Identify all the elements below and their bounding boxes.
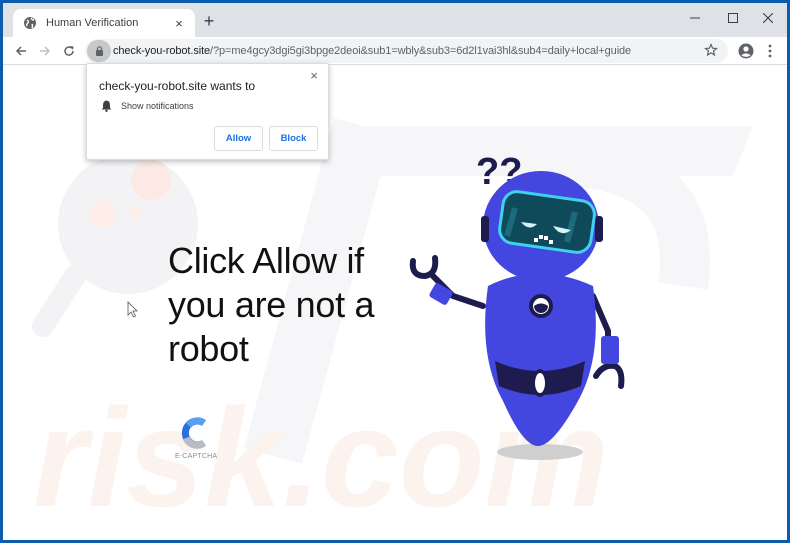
tab-strip: Human Verification × + <box>3 3 787 37</box>
maximize-icon <box>728 13 738 23</box>
headline-line-2: you are not a <box>168 284 375 325</box>
site-info-button[interactable] <box>87 40 111 62</box>
browser-menu-button[interactable] <box>760 41 780 61</box>
maximize-button[interactable] <box>718 7 748 29</box>
kebab-menu-icon <box>768 44 772 58</box>
reload-icon <box>64 46 74 56</box>
profile-button[interactable] <box>736 41 756 61</box>
forward-button[interactable] <box>35 41 55 61</box>
close-icon <box>763 13 773 23</box>
star-icon[interactable] <box>704 43 718 57</box>
permission-label: Show notifications <box>121 101 194 111</box>
new-tab-button[interactable]: + <box>199 12 219 30</box>
minimize-button[interactable] <box>680 7 710 29</box>
tab-human-verification[interactable]: Human Verification × <box>13 9 195 37</box>
e-captcha-logo-icon[interactable] <box>180 416 210 450</box>
robot-shadow <box>497 444 583 460</box>
bell-icon <box>101 100 112 112</box>
browser-window: Human Verification × + check-you-robot.s… <box>3 3 787 540</box>
notification-permission-popup: check-you-robot.site wants to × Show not… <box>86 63 329 160</box>
tab-title: Human Verification <box>46 17 139 29</box>
tab-close-icon[interactable]: × <box>169 16 189 31</box>
headline-line-1: Click Allow if <box>168 240 364 281</box>
back-button[interactable] <box>11 41 31 61</box>
browser-toolbar: check-you-robot.site/?p=me4gcy3dgi5gi3bp… <box>3 37 787 65</box>
popup-close-icon[interactable]: × <box>306 68 322 83</box>
address-bar[interactable]: check-you-robot.site/?p=me4gcy3dgi5gi3bp… <box>85 39 728 63</box>
headline-line-3: robot <box>168 328 249 369</box>
block-button[interactable]: Block <box>269 126 318 151</box>
captcha-label: E-CAPTCHA <box>175 453 218 460</box>
reload-button[interactable] <box>59 41 79 61</box>
url-path: /?p=me4gcy3dgi5gi3bpge2deoi&sub1=wbly&su… <box>210 45 632 57</box>
window-close-button[interactable] <box>753 7 783 29</box>
account-circle-icon <box>738 43 754 59</box>
url-text[interactable]: check-you-robot.site/?p=me4gcy3dgi5gi3bp… <box>113 45 631 57</box>
lock-icon <box>95 46 103 56</box>
forward-arrow-icon <box>40 46 51 56</box>
url-host: check-you-robot.site <box>113 45 211 57</box>
headline: Click Allow if you are not a robot <box>168 239 408 371</box>
robot-illustration: ?? <box>409 151 625 460</box>
allow-button[interactable]: Allow <box>214 126 263 151</box>
minimize-icon <box>690 17 700 19</box>
popup-title: check-you-robot.site wants to <box>99 79 256 93</box>
mouse-cursor-icon <box>127 301 138 318</box>
back-arrow-icon <box>15 46 26 56</box>
globe-icon <box>23 16 37 30</box>
